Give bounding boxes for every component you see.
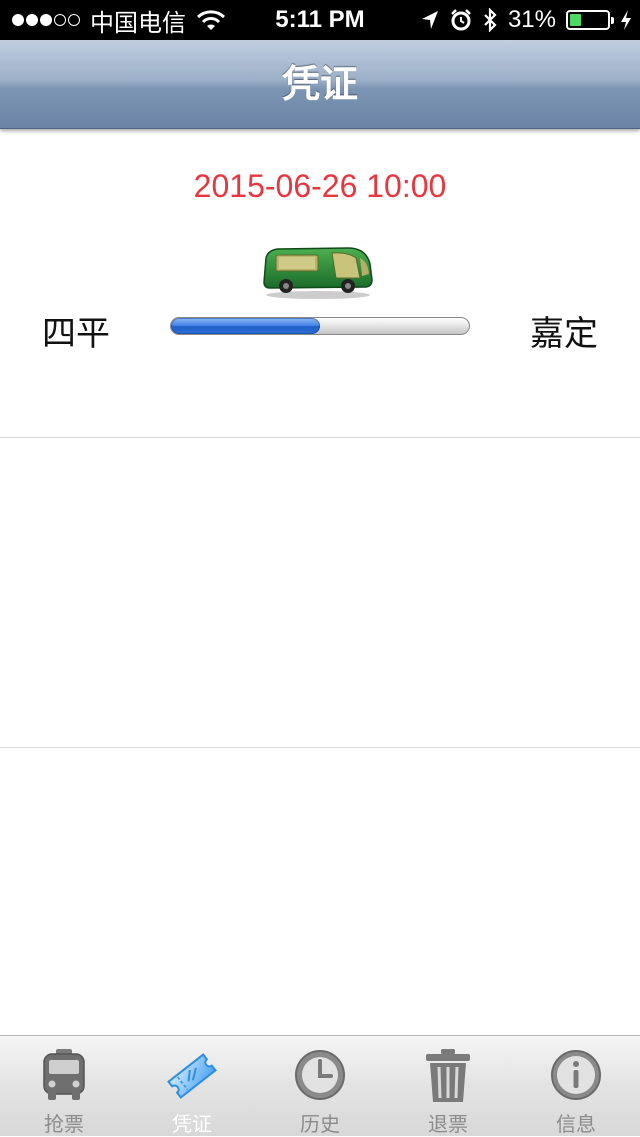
signal-dot [54, 14, 66, 26]
wifi-icon [196, 10, 226, 30]
battery-icon [566, 10, 614, 30]
signal-strength-icon [12, 14, 80, 26]
navigation-bar: 凭证 [0, 40, 640, 129]
tab-grab-ticket[interactable]: 抢票 [0, 1036, 128, 1136]
battery-level [570, 14, 582, 26]
trash-icon [426, 1049, 470, 1102]
tab-info[interactable]: 信息 [512, 1036, 640, 1136]
tab-label: 抢票 [44, 1112, 84, 1136]
tab-label: 历史 [300, 1112, 340, 1136]
bus-icon [43, 1049, 85, 1100]
alarm-clock-icon [451, 9, 471, 31]
charging-icon [621, 10, 631, 30]
carrier-name: 中国电信 [90, 9, 186, 37]
tab-label: 信息 [556, 1112, 596, 1136]
ticket-cell[interactable]: 2015-06-26 10:00 四平 嘉定 [0, 130, 640, 438]
tab-history[interactable]: 历史 [256, 1036, 384, 1136]
bus-icon [263, 247, 373, 299]
status-bar: 中国电信 5:11 PM 31% [0, 0, 640, 40]
tab-label: 凭证 [172, 1112, 212, 1136]
tab-refund[interactable]: 退票 [384, 1036, 512, 1136]
departure-time: 2015-06-26 10:00 [193, 168, 447, 204]
status-left: 中国电信 [12, 0, 226, 40]
battery-percent: 31% [507, 6, 556, 33]
bluetooth-icon [484, 8, 497, 32]
tab-voucher[interactable]: 凭证 [128, 1036, 256, 1136]
ticket-icon [167, 1053, 217, 1099]
signal-dot [68, 14, 80, 26]
tab-bar: 抢票 凭证 历史 退票 信息 [0, 1035, 640, 1136]
status-right: 31% [420, 0, 632, 40]
signal-dot [12, 14, 24, 26]
location-arrow-icon [421, 11, 438, 29]
signal-dot [26, 14, 38, 26]
empty-ticket-cell [0, 438, 640, 748]
to-station: 嘉定 [530, 314, 598, 354]
trip-progress-fill [171, 318, 320, 334]
clock-icon [295, 1050, 345, 1100]
trip-progress-bar [170, 317, 470, 335]
signal-dot [40, 14, 52, 26]
page-title: 凭证 [281, 62, 358, 106]
info-icon [551, 1050, 601, 1100]
tab-label: 退票 [428, 1112, 468, 1136]
from-station: 四平 [42, 314, 110, 354]
